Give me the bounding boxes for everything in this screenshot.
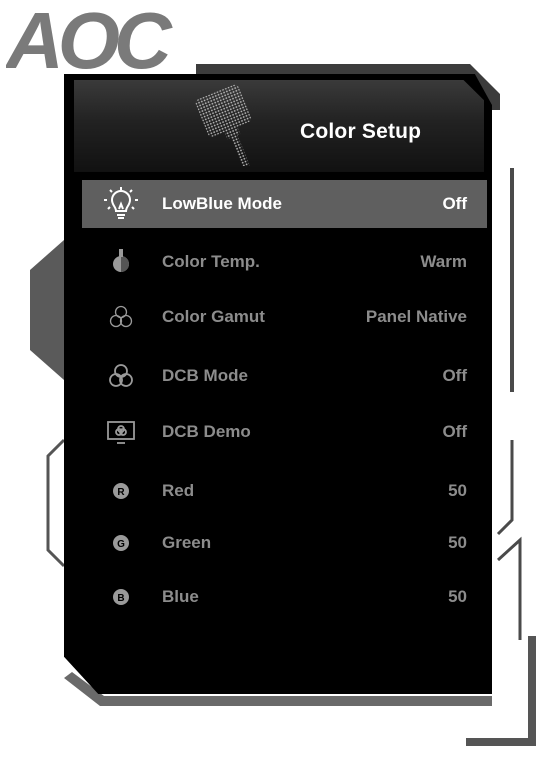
menu-item-red[interactable]: R Red 50 <box>82 467 487 515</box>
menu-item-label: Red <box>162 481 195 500</box>
menu-item-blue[interactable]: B Blue 50 <box>82 573 487 621</box>
menu-item-value: 50 <box>448 533 467 552</box>
menu-item-label: Color Gamut <box>162 307 265 326</box>
menu-item-dcb-demo[interactable]: DCB Demo Off <box>82 408 487 456</box>
page-title: Color Setup <box>300 120 422 143</box>
menu-item-lowblue-mode[interactable]: LowBlue Mode Off <box>82 180 487 228</box>
menu-item-green[interactable]: G Green 50 <box>82 519 487 567</box>
menu-item-label: Green <box>162 533 212 552</box>
menu-item-value: Off <box>442 194 467 213</box>
menu-item-label: DCB Demo <box>162 422 251 441</box>
menu-item-value: Panel Native <box>365 307 467 326</box>
svg-text:R: R <box>117 487 125 498</box>
menu-item-label: Blue <box>162 587 199 606</box>
svg-text:G: G <box>117 539 125 550</box>
lightbulb-icon <box>104 187 138 221</box>
menu-item-label: LowBlue Mode <box>162 194 282 213</box>
menu-item-value: 50 <box>448 587 467 606</box>
menu-item-color-temp[interactable]: Color Temp. Warm <box>82 238 487 286</box>
red-channel-icon: R <box>104 474 138 508</box>
menu-item-value: Off <box>442 366 467 385</box>
green-channel-icon: G <box>104 526 138 560</box>
color-brush-icon <box>195 84 251 166</box>
menu-item-color-gamut[interactable]: Color Gamut Panel Native <box>82 293 487 341</box>
menu-item-value: Warm <box>420 252 467 271</box>
color-gamut-icon <box>104 300 138 334</box>
dcb-demo-icon <box>104 415 138 449</box>
menu-item-value: Off <box>442 422 467 441</box>
menu-item-dcb-mode[interactable]: DCB Mode Off <box>82 352 487 400</box>
blue-channel-icon: B <box>104 580 138 614</box>
thermometer-icon <box>104 245 138 279</box>
menu-item-label: Color Temp. <box>162 252 260 271</box>
dcb-mode-icon <box>104 359 138 393</box>
menu-item-label: DCB Mode <box>162 366 248 385</box>
menu-item-value: 50 <box>448 481 467 500</box>
svg-text:B: B <box>117 593 124 604</box>
